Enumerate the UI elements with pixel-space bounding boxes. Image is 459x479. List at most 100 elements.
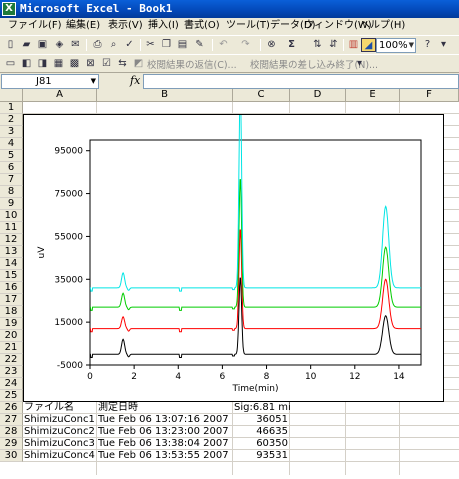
paste-icon[interactable]: ▤ xyxy=(175,38,190,52)
name-box[interactable]: J81 ▼ xyxy=(1,74,99,89)
copy-icon[interactable]: ❐ xyxy=(159,38,174,52)
row-header-27[interactable]: 27 xyxy=(0,414,23,426)
table-header-cell[interactable]: 測定日時 xyxy=(97,402,233,414)
row-header-17[interactable]: 17 xyxy=(0,294,23,306)
sort-ascending-icon[interactable]: ⇅ xyxy=(310,38,325,52)
new-document-icon[interactable]: ▯ xyxy=(3,38,18,52)
chart-wizard-icon[interactable]: ▥ xyxy=(346,38,361,52)
row-header-2[interactable]: 2 xyxy=(0,114,23,126)
drawing-icon[interactable]: ◢ xyxy=(361,38,376,52)
row-header-22[interactable]: 22 xyxy=(0,354,23,366)
table-cell[interactable]: 36051 xyxy=(233,414,290,426)
delete-comment-icon[interactable]: ⊠ xyxy=(83,57,98,71)
spelling-icon[interactable]: ✓ xyxy=(122,38,137,52)
menu-help[interactable]: ヘルプ(H) xyxy=(360,19,405,33)
table-cell[interactable]: Tue Feb 06 13:38:04 2007 xyxy=(97,438,233,450)
worksheet[interactable]: A B C D E F 1 2 3 4 5 6 7 8 9 10 11 12 13 14 15 16 17 18 19 20 21 2… xyxy=(0,89,459,479)
row-header-19[interactable]: 19 xyxy=(0,318,23,330)
table-cell[interactable]: ShimizuConc4 xyxy=(23,450,97,462)
menu-file[interactable]: ファイル(F) xyxy=(8,19,62,33)
toolbar-options-icon[interactable]: ▾ xyxy=(352,57,367,71)
table-cell[interactable]: ShimizuConc3 xyxy=(23,438,97,450)
cut-icon[interactable]: ✂ xyxy=(143,38,158,52)
autosum-icon[interactable]: Σ xyxy=(284,38,299,52)
format-painter-icon[interactable]: ✎ xyxy=(192,38,207,52)
table-header-cell[interactable]: ファイル名 xyxy=(23,402,97,414)
save-icon[interactable]: ▣ xyxy=(35,38,50,52)
row-header-20[interactable]: 20 xyxy=(0,330,23,342)
prev-comment-icon[interactable]: ◧ xyxy=(19,57,34,71)
select-all-corner[interactable] xyxy=(0,89,23,102)
row-header-26[interactable]: 26 xyxy=(0,402,23,414)
row-header-1[interactable]: 1 xyxy=(0,102,23,114)
table-cell[interactable]: 93531 xyxy=(233,450,290,462)
row-header-16[interactable]: 16 xyxy=(0,282,23,294)
column-header-d[interactable]: D xyxy=(290,89,346,102)
next-comment-icon[interactable]: ◨ xyxy=(35,57,50,71)
chromatogram-chart[interactable]: 0 2 4 6 8 10 12 14 -5000 15000 35000 55000 75000 9500… xyxy=(23,114,444,402)
comment-icon[interactable]: ▭ xyxy=(3,57,18,71)
show-comment-icon[interactable]: ▦ xyxy=(51,57,66,71)
column-header-f[interactable]: F xyxy=(400,89,459,102)
row-header-21[interactable]: 21 xyxy=(0,342,23,354)
column-header-e[interactable]: E xyxy=(346,89,400,102)
row-header-5[interactable]: 5 xyxy=(0,150,23,162)
print-icon[interactable]: ⎙ xyxy=(90,38,105,52)
table-cell[interactable]: ShimizuConc1 xyxy=(23,414,97,426)
print-preview-icon[interactable]: ⌕ xyxy=(106,38,121,52)
x-tick-label: 2 xyxy=(131,372,137,382)
menu-tools[interactable]: ツール(T) xyxy=(226,19,270,33)
row-header-15[interactable]: 15 xyxy=(0,270,23,282)
row-header-28[interactable]: 28 xyxy=(0,426,23,438)
menu-edit[interactable]: 編集(E) xyxy=(66,19,100,33)
row-header-30[interactable]: 30 xyxy=(0,450,23,462)
help-icon[interactable]: ? xyxy=(420,38,435,52)
column-header-a[interactable]: A xyxy=(23,89,97,102)
insert-function-icon[interactable]: fx xyxy=(130,74,140,87)
redo-icon[interactable]: ↷ xyxy=(238,38,253,52)
toolbar-options-icon[interactable]: ▾ xyxy=(436,38,451,52)
table-cell[interactable]: 46635 xyxy=(233,426,290,438)
row-header-23[interactable]: 23 xyxy=(0,366,23,378)
row-header-4[interactable]: 4 xyxy=(0,138,23,150)
column-header-c[interactable]: C xyxy=(233,89,290,102)
row-header-9[interactable]: 9 xyxy=(0,198,23,210)
menu-view[interactable]: 表示(V) xyxy=(108,19,143,33)
row-header-14[interactable]: 14 xyxy=(0,258,23,270)
table-header-cell[interactable]: Sig:6.81 min xyxy=(233,402,290,414)
undo-icon[interactable]: ↶ xyxy=(216,38,231,52)
row-header-18[interactable]: 18 xyxy=(0,306,23,318)
table-cell[interactable]: Tue Feb 06 13:53:55 2007 xyxy=(97,450,233,462)
row-header-3[interactable]: 3 xyxy=(0,126,23,138)
row-header-11[interactable]: 11 xyxy=(0,222,23,234)
menu-format[interactable]: 書式(O) xyxy=(184,19,220,33)
send-icon[interactable]: ⇆ xyxy=(115,57,130,71)
table-cell[interactable]: Tue Feb 06 13:23:00 2007 xyxy=(97,426,233,438)
email-icon[interactable]: ✉ xyxy=(68,38,83,52)
track-changes-icon[interactable]: ☑ xyxy=(99,57,114,71)
reply-icon[interactable]: ◩ xyxy=(131,57,146,71)
row-header-29[interactable]: 29 xyxy=(0,438,23,450)
table-cell[interactable]: 60350 xyxy=(233,438,290,450)
x-tick-label: 12 xyxy=(349,372,360,382)
zoom-select[interactable]: 100% ▼ xyxy=(376,38,416,53)
row-header-13[interactable]: 13 xyxy=(0,246,23,258)
row-header-25[interactable]: 25 xyxy=(0,390,23,402)
sort-descending-icon[interactable]: ⇵ xyxy=(326,38,341,52)
menu-insert[interactable]: 挿入(I) xyxy=(148,19,179,33)
row-header-6[interactable]: 6 xyxy=(0,162,23,174)
hyperlink-icon[interactable]: ⊗ xyxy=(264,38,279,52)
formula-input[interactable] xyxy=(143,74,459,89)
open-folder-icon[interactable]: ▰ xyxy=(19,38,34,52)
column-header-b[interactable]: B xyxy=(97,89,233,102)
row-header-24[interactable]: 24 xyxy=(0,378,23,390)
row-header-10[interactable]: 10 xyxy=(0,210,23,222)
table-cell[interactable]: Tue Feb 06 13:07:16 2007 xyxy=(97,414,233,426)
row-header-12[interactable]: 12 xyxy=(0,234,23,246)
reply-with-changes-button[interactable]: 校閲結果の返信(C)... xyxy=(147,57,237,71)
show-all-comments-icon[interactable]: ▩ xyxy=(67,57,82,71)
row-header-7[interactable]: 7 xyxy=(0,174,23,186)
row-header-8[interactable]: 8 xyxy=(0,186,23,198)
table-cell[interactable]: ShimizuConc2 xyxy=(23,426,97,438)
permission-icon[interactable]: ◈ xyxy=(52,38,67,52)
